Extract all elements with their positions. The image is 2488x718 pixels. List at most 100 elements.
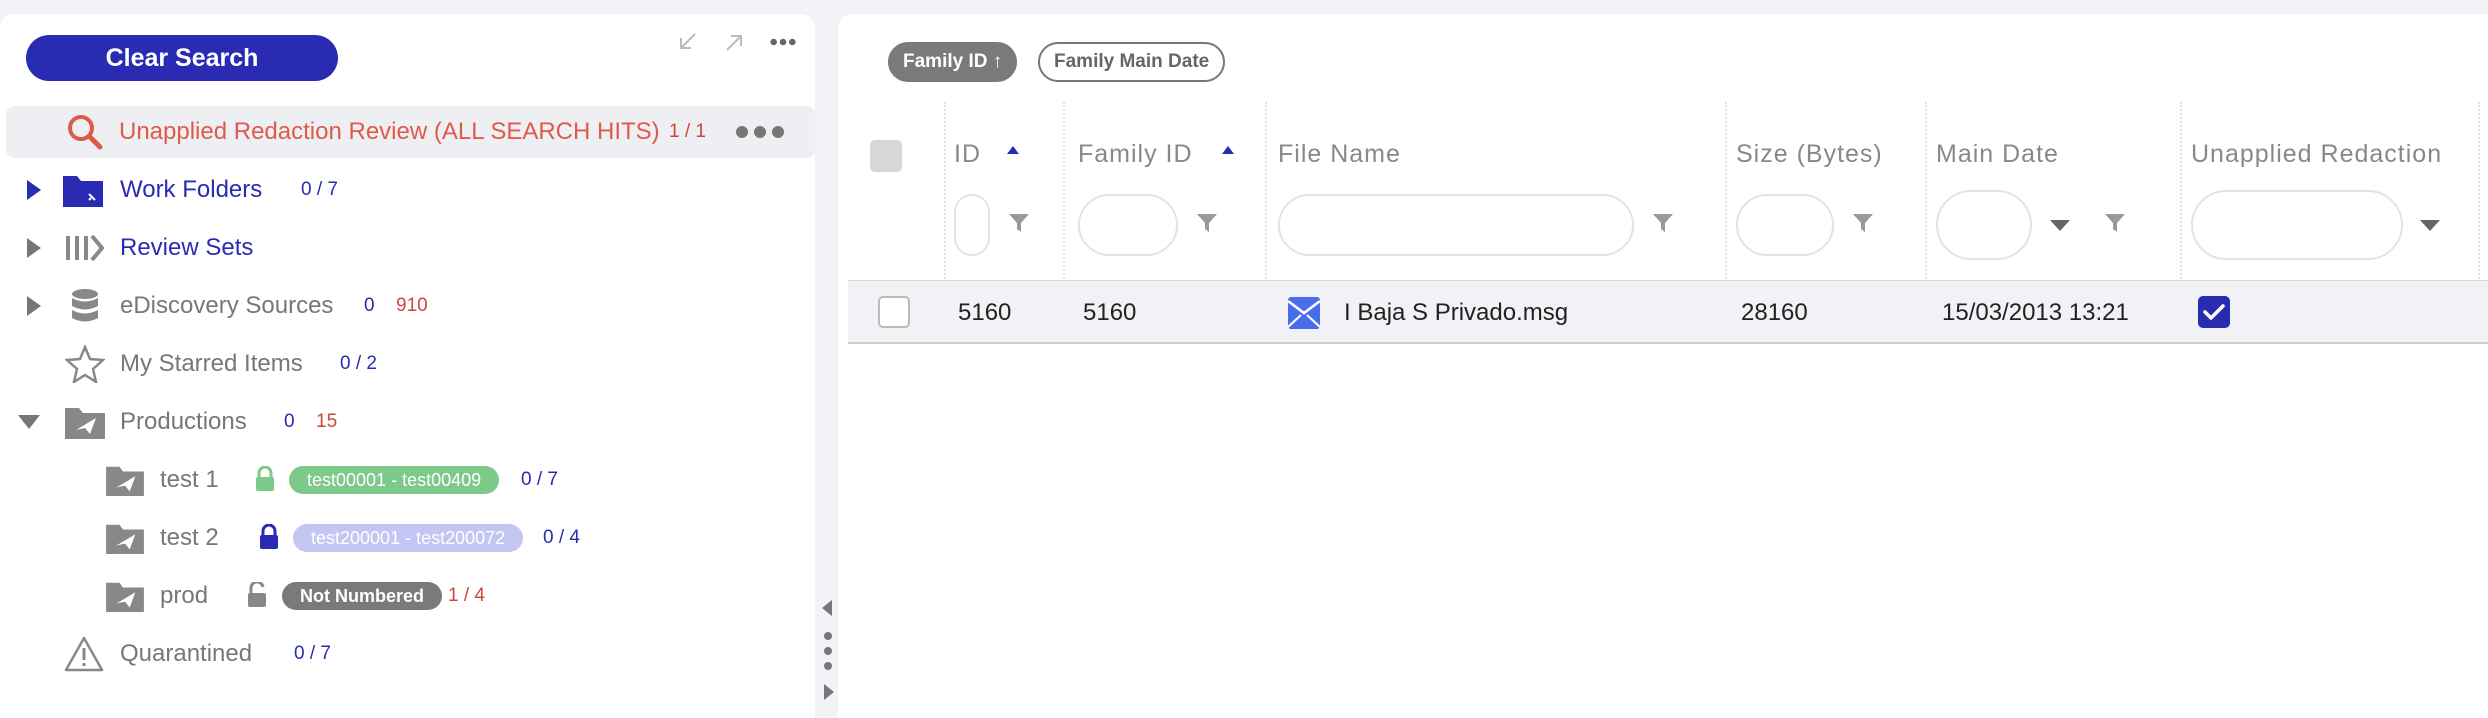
row-select-checkbox[interactable] [878,296,910,328]
panel-resize-handle[interactable] [818,596,838,716]
star-icon [64,343,106,385]
tree-item-my-starred-items[interactable]: My Starred Items 0 / 2 [0,338,815,390]
item-count: 0 / 7 [294,643,331,664]
tree-item-label: Quarantined [120,640,253,667]
tree-item-label: eDiscovery Sources [120,292,334,319]
tree-item-label: test 2 [160,524,219,551]
sort-asc-icon[interactable] [1007,146,1019,154]
tree-item-productions[interactable]: Productions 0 15 [0,396,815,448]
panel-toolbar [673,28,797,56]
column-separator [2180,102,2182,282]
unlock-icon [246,580,268,613]
caret-right-icon[interactable] [24,236,44,260]
chevron-down-icon[interactable] [2050,220,2070,231]
production-folder-icon [104,575,146,617]
clear-search-button[interactable]: Clear Search [26,35,338,81]
item-count: 1 / 4 [448,585,485,606]
sort-chip-family-id[interactable]: Family ID ↑ [888,42,1018,82]
production-folder-icon [104,459,146,501]
column-separator [1725,102,1727,282]
cell-size: 28160 [1741,299,1808,326]
column-header-file-name[interactable]: File Name [1278,140,1401,169]
unapplied-redaction-checkbox[interactable] [2198,296,2230,328]
row-more-options-icon[interactable] [734,120,786,149]
column-separator [944,102,946,282]
sort-asc-icon[interactable] [1222,146,1234,154]
tree-item-label: Work Folders [120,176,263,203]
tree-item-label: My Starred Items [120,350,303,377]
bates-range-badge: test200001 - test200072 [293,524,524,552]
column-separator [1063,102,1065,282]
table-row[interactable]: 5160 5160 I Baja S Privado.msg 28160 15/… [848,280,2488,344]
column-separator [1925,102,1927,282]
results-panel: Family ID ↑ Family Main Date ID Family I… [838,14,2488,718]
database-icon [64,285,106,327]
tree-item-label: Review Sets [120,234,254,261]
column-separator [2478,102,2480,282]
filter-icon[interactable] [1008,212,1030,234]
tree-item-production-test-2[interactable]: test 2 test200001 - test200072 0 / 4 [0,512,815,564]
size-filter-input[interactable] [1736,194,1834,256]
item-count: 0 / 4 [543,527,580,548]
cell-family-id: 5160 [1083,299,1137,326]
filter-icon[interactable] [1196,212,1218,234]
family-id-filter-input[interactable] [1078,194,1178,256]
column-header-main-date[interactable]: Main Date [1936,140,2059,169]
folder-icon [62,169,104,211]
tree-item-review-sets[interactable]: Review Sets [0,222,815,274]
id-filter-input[interactable] [954,194,990,256]
lock-icon [254,465,276,497]
column-separator [1265,102,1267,282]
tree-item-work-folders[interactable]: Work Folders 0 / 7 [0,164,815,216]
tree-item-quarantined[interactable]: Quarantined 0 / 7 [0,628,815,680]
collapse-icon[interactable] [673,28,701,56]
cell-id: 5160 [958,299,1012,326]
filter-icon[interactable] [1852,212,1874,234]
tree-item-unapplied-redaction-review[interactable]: Unapplied Redaction Review (ALL SEARCH H… [6,106,815,158]
tree-item-label: Productions [120,408,247,435]
caret-down-icon[interactable] [16,412,42,436]
tree-item-label: Unapplied Redaction Review (ALL SEARCH H… [119,118,660,145]
item-count-secondary: 910 [396,295,428,316]
review-sets-icon [63,227,105,269]
chevron-down-icon[interactable] [2420,220,2440,231]
column-header-size[interactable]: Size (Bytes) [1736,140,1883,169]
tree-item-label: test 1 [160,466,219,493]
filter-icon[interactable] [1652,212,1674,234]
file-name-filter-input[interactable] [1278,194,1634,256]
select-all-checkbox[interactable] [870,140,902,172]
email-icon [1287,297,1321,334]
hit-count: 1 / 1 [669,121,706,142]
numbering-status-badge: Not Numbered [282,582,443,610]
item-count-secondary: 15 [316,411,338,432]
cell-main-date: 15/03/2013 13:21 [1942,299,2129,326]
item-count: 0 / 7 [301,179,338,200]
column-header-family-id[interactable]: Family ID [1078,140,1193,169]
expand-icon[interactable] [721,28,749,56]
more-options-icon[interactable] [769,28,797,56]
table-header: ID Family ID File Name Size (Bytes) Main… [848,102,2488,284]
unapplied-redaction-filter-select[interactable] [2191,190,2403,260]
navigation-panel: Clear Search Unapplied Redaction Review … [0,14,815,718]
item-count: 0 / 7 [521,469,558,490]
tree-item-production-prod[interactable]: prod Not Numbered 1 / 4 [0,570,815,622]
bates-range-badge: test00001 - test00409 [289,466,500,494]
production-folder-icon [64,401,106,443]
tree-item-label: prod [160,582,209,609]
column-header-id[interactable]: ID [954,140,981,169]
tree-item-ediscovery-sources[interactable]: eDiscovery Sources 0 910 [0,280,815,332]
lock-icon [258,523,280,555]
main-date-filter-input[interactable] [1936,190,2032,260]
search-icon [64,111,106,153]
item-count: 0 [364,295,375,316]
sort-chip-family-main-date[interactable]: Family Main Date [1038,42,1226,82]
tree-item-production-test-1[interactable]: test 1 test00001 - test00409 0 / 7 [0,454,815,506]
item-count: 0 [284,411,295,432]
column-header-unapplied-redaction[interactable]: Unapplied Redaction [2191,140,2442,169]
cell-file-name[interactable]: I Baja S Privado.msg [1344,299,1568,327]
caret-right-icon[interactable] [24,178,44,202]
warning-icon [63,633,105,675]
production-folder-icon [104,517,146,559]
caret-right-icon[interactable] [24,294,44,318]
filter-icon[interactable] [2104,212,2126,234]
